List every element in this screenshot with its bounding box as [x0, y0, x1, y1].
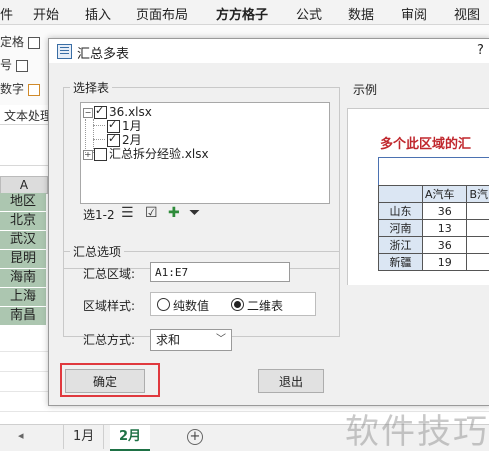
cell[interactable]: 北京 — [0, 212, 46, 231]
column-header-a[interactable]: A — [0, 176, 48, 194]
cell[interactable]: 武汉 — [0, 231, 46, 250]
tab-view[interactable]: 视图 — [454, 4, 480, 23]
add-file-icon[interactable]: ✚ — [168, 205, 180, 221]
dialog-title: 汇总多表 — [77, 47, 130, 62]
filter-icon[interactable]: ⏷ — [189, 205, 200, 221]
tab-file[interactable]: 件 — [0, 4, 13, 23]
method-label: 汇总方式: — [83, 333, 136, 347]
method-select[interactable]: 求和 ﹀ — [150, 329, 232, 351]
cell[interactable]: 上海 — [0, 288, 46, 307]
watermark: 软件技巧 — [345, 412, 489, 452]
cell[interactable]: 地区 — [0, 193, 46, 212]
sheet-tab-feb[interactable]: 2月 — [110, 425, 151, 451]
tab-review[interactable]: 审阅 — [401, 4, 427, 23]
tree-node-feb[interactable]: 2月 — [107, 132, 142, 147]
summary-options-group: 汇总选项 — [63, 243, 340, 337]
tab-home[interactable]: 开始 — [33, 4, 59, 23]
help-icon[interactable]: ? — [477, 43, 484, 58]
dialog-app-icon — [57, 44, 72, 59]
select-range-label[interactable]: 选1-2 — [83, 206, 115, 223]
ribbon-item-2[interactable]: 号 — [0, 56, 29, 73]
radio-2d-table-label[interactable]: 二维表 — [247, 297, 283, 314]
example-table: A汽车 B汽 山东 36 河南 13 浙江 36 新疆 19 — [377, 185, 489, 271]
text-processing-label[interactable]: 文本处理 — [4, 107, 52, 124]
example-title: 多个此区域的汇 — [380, 137, 472, 152]
cell[interactable]: 昆明 — [0, 250, 46, 269]
sheet-tab-jan[interactable]: 1月 — [63, 425, 105, 449]
style-label: 区域样式: — [83, 299, 136, 313]
ribbon-item-3[interactable]: 数字 — [0, 80, 41, 97]
collapse-icon[interactable]: − — [83, 107, 93, 118]
data-column: 地区 北京 武汉 昆明 海南 上海 南昌 — [0, 193, 46, 326]
scroll-left-icon[interactable]: ◂ — [18, 429, 24, 442]
radio-plain-values[interactable] — [157, 298, 170, 311]
example-preview: 多个此区域的汇 A汽车 B汽 山东 36 河南 13 浙江 36 新疆 19 — [347, 108, 489, 285]
tree-node-jan[interactable]: 1月 — [107, 118, 142, 133]
cell[interactable]: 南昌 — [0, 307, 46, 326]
range-input[interactable]: A1:E7 — [150, 262, 290, 282]
dialog-titlebar: 汇总多表 ? — [49, 39, 489, 63]
example-label: 示例 — [353, 83, 378, 97]
expand-icon[interactable]: + — [83, 149, 93, 160]
ribbon-item-1[interactable]: 定格 — [0, 33, 41, 50]
radio-2d-table[interactable] — [231, 298, 244, 311]
tree-node-workbook1[interactable]: −36.xlsx — [83, 104, 152, 119]
select-table-label: 选择表 — [73, 81, 110, 95]
table-tree[interactable]: −36.xlsx 1月 2月 +汇总拆分经验.xlsx — [80, 102, 330, 204]
ribbon-tab-bar: 件 开始 插入 页面布局 方方格子 公式 数据 审阅 视图 — [0, 0, 489, 25]
exit-button[interactable]: 退出 — [258, 369, 324, 393]
list-icon[interactable]: ☰ — [121, 205, 134, 221]
check-all-icon[interactable]: ☑ — [145, 205, 158, 221]
chevron-down-icon: ﹀ — [216, 334, 226, 345]
checkbox-unchecked-icon[interactable] — [94, 148, 107, 161]
checkbox-checked-icon[interactable] — [107, 132, 120, 147]
ok-button[interactable]: 确定 — [65, 369, 145, 393]
summary-dialog: 汇总多表 ? 选择表 −36.xlsx 1月 2月 +汇总拆分经验.xlsx 选… — [48, 38, 489, 406]
tree-node-workbook2[interactable]: + 汇总拆分经验.xlsx — [83, 147, 209, 161]
radio-plain-values-label[interactable]: 纯数值 — [173, 297, 209, 314]
tab-page-layout[interactable]: 页面布局 — [136, 4, 188, 23]
tab-insert[interactable]: 插入 — [85, 4, 111, 23]
tab-fangfang[interactable]: 方方格子 — [216, 4, 268, 23]
cell[interactable]: 海南 — [0, 269, 46, 288]
add-sheet-icon[interactable]: + — [187, 429, 203, 445]
checkbox-checked-icon[interactable] — [94, 104, 107, 119]
range-label: 汇总区域: — [83, 267, 136, 281]
tab-formulas[interactable]: 公式 — [296, 4, 322, 23]
summary-options-label: 汇总选项 — [73, 245, 122, 259]
tab-data[interactable]: 数据 — [348, 4, 374, 23]
style-radio-group: 纯数值 二维表 — [150, 292, 316, 316]
